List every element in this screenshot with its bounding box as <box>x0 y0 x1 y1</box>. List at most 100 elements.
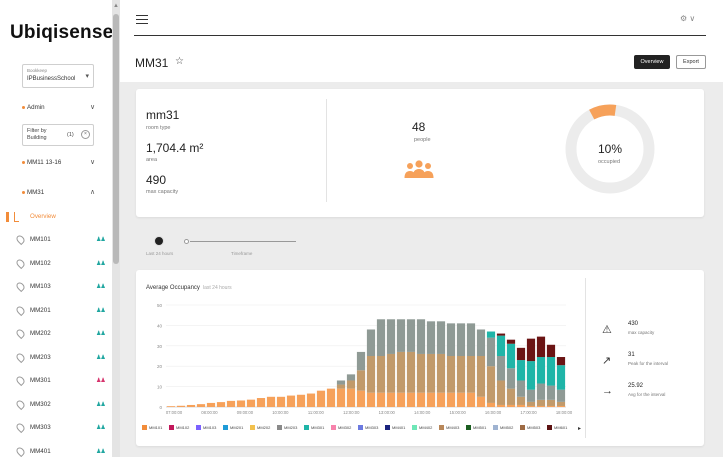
bar-segment-maroon <box>516 347 526 361</box>
bar-segment-tan <box>526 401 536 406</box>
bar-segment-orange <box>536 405 546 407</box>
legend-item[interactable]: MM401 <box>385 425 405 435</box>
legend-swatch <box>439 425 444 431</box>
sidebar-room-item[interactable]: MM301 ♟♟ <box>0 374 112 388</box>
bar-segment-orange <box>376 392 386 407</box>
sidebar-room-item[interactable]: MM101 ♟♟ <box>0 233 112 247</box>
legend-label: MM202 <box>257 425 271 430</box>
bar-segment-orange <box>276 396 286 407</box>
sidebar-room-item[interactable]: MM201 ♟♟ <box>0 304 112 318</box>
bar-segment-tan <box>436 353 446 393</box>
legend-item[interactable]: MM501 <box>466 425 486 435</box>
sidebar-scrollbar[interactable]: ▲ <box>112 0 120 457</box>
legend-item[interactable]: MM101 <box>142 425 162 435</box>
bar-segment-tan <box>346 380 356 389</box>
chevron-up-icon: ∧ <box>90 189 96 196</box>
sidebar-room-item[interactable]: MM203 ♟♟ <box>0 351 112 365</box>
filter-clear-icon[interactable]: × <box>81 130 90 139</box>
bullet-icon <box>22 161 25 164</box>
sidebar-item-overview[interactable]: Overview <box>0 210 112 224</box>
bar-segment-gray <box>466 323 476 356</box>
bar-segment-gray <box>416 319 426 354</box>
location-pin-icon <box>14 351 27 363</box>
sidebar-room-item[interactable]: MM302 ♟♟ <box>0 398 112 412</box>
bar-segment-gray <box>546 385 556 400</box>
bar-segment-tan <box>486 366 496 403</box>
legend-item[interactable]: MM601 <box>547 425 567 435</box>
legend-item[interactable]: MM301 <box>304 425 324 435</box>
bar-segment-tan <box>466 356 476 393</box>
sidebar-room-item[interactable]: MM401 ♟♟ <box>0 445 112 457</box>
x-tick-label: 14:00:00 <box>414 410 431 415</box>
legend-item[interactable]: MM502 <box>493 425 513 435</box>
sidebar-item-group[interactable]: MM11 13-16 ∨ <box>0 156 112 170</box>
timeframe-toggle: Last 24 hours Timeframe <box>136 229 436 263</box>
app-root: Ubiqisense Bookkeep IPBusinessSchool ▾ A… <box>0 0 723 457</box>
legend-label: MM201 <box>230 425 244 430</box>
bar-segment-orange <box>516 404 526 407</box>
bar-segment-maroon <box>536 336 546 358</box>
bar-segment-gray <box>476 329 486 356</box>
legend-item[interactable]: MM303 <box>358 425 378 435</box>
building-select[interactable]: Bookkeep IPBusinessSchool ▾ <box>22 64 94 88</box>
legend-label: MM101 <box>149 425 163 430</box>
legend-next-icon[interactable]: ▸ <box>578 425 581 432</box>
legend-item[interactable]: MM402 <box>412 425 432 435</box>
people-icon: ♟♟ <box>96 260 106 267</box>
legend-swatch <box>196 425 201 431</box>
filter-by-building[interactable]: Filter by Building (1) × <box>22 124 94 146</box>
logo: Ubiqisense <box>10 22 114 43</box>
bar-segment-orange <box>206 402 216 407</box>
bar-segment-tan <box>516 396 526 405</box>
legend-item[interactable]: MM503 <box>520 425 540 435</box>
legend-label: MM303 <box>365 425 379 430</box>
bar-segment-teal <box>526 361 536 390</box>
legend-label: MM502 <box>500 425 514 430</box>
menu-icon[interactable] <box>136 15 148 24</box>
overview-button[interactable]: Overview <box>634 55 670 69</box>
bar-segment-maroon <box>526 338 536 362</box>
x-tick-label: 17:00:00 <box>520 410 537 415</box>
room-label: MM203 <box>30 353 51 361</box>
sidebar-room-item[interactable]: MM202 ♟♟ <box>0 327 112 341</box>
legend-item[interactable]: MM103 <box>196 425 216 435</box>
bar-segment-gray <box>486 337 496 367</box>
kpi-value: 25.92 <box>628 383 644 389</box>
settings-menu[interactable]: ⚙ ∨ <box>680 14 695 23</box>
legend-item[interactable]: MM102 <box>169 425 189 435</box>
bar-segment-orange <box>556 405 566 407</box>
sidebar-room-item[interactable]: MM103 ♟♟ <box>0 280 112 294</box>
divider <box>326 99 327 202</box>
y-tick-label: 50 <box>157 303 163 308</box>
bar-segment-orange <box>356 390 366 407</box>
legend-item[interactable]: MM201 <box>223 425 243 435</box>
legend-item[interactable]: MM203 <box>277 425 297 435</box>
sidebar-room-item[interactable]: MM102 ♟♟ <box>0 257 112 271</box>
timeframe-slider-track[interactable] <box>190 241 296 242</box>
sidebar-item-admin[interactable]: Admin ∨ <box>0 101 112 115</box>
legend-item[interactable]: MM302 <box>331 425 351 435</box>
bar-segment-orange <box>246 399 256 407</box>
bar-segment-orange <box>546 405 556 407</box>
legend-swatch <box>385 425 390 431</box>
last-24h-radio[interactable] <box>154 236 164 246</box>
bar-segment-orange <box>196 404 206 407</box>
star-icon[interactable]: ☆ <box>175 56 184 67</box>
sidebar-room-item[interactable]: MM303 ♟♟ <box>0 421 112 435</box>
scroll-up-icon[interactable]: ▲ <box>113 2 119 10</box>
legend-item[interactable]: MM403 <box>439 425 459 435</box>
legend-item[interactable]: MM202 <box>250 425 270 435</box>
export-button[interactable]: Export <box>676 55 706 69</box>
occupied-percent: 10% <box>598 142 623 156</box>
bar-segment-orange <box>496 404 506 407</box>
bar-segment-orange <box>336 388 346 407</box>
bar-segment-orange <box>176 405 186 407</box>
scrollbar-thumb[interactable] <box>113 14 119 264</box>
bar-segment-teal <box>546 357 556 386</box>
bar-segment-tan <box>356 370 366 391</box>
sidebar-item-floor[interactable]: MM31 ∧ <box>0 186 112 200</box>
room-label: MM103 <box>30 283 51 290</box>
x-tick-label: 09:00:00 <box>237 410 254 415</box>
kpi-value: 430 <box>628 321 639 327</box>
timeframe-slider-handle[interactable] <box>184 239 189 244</box>
